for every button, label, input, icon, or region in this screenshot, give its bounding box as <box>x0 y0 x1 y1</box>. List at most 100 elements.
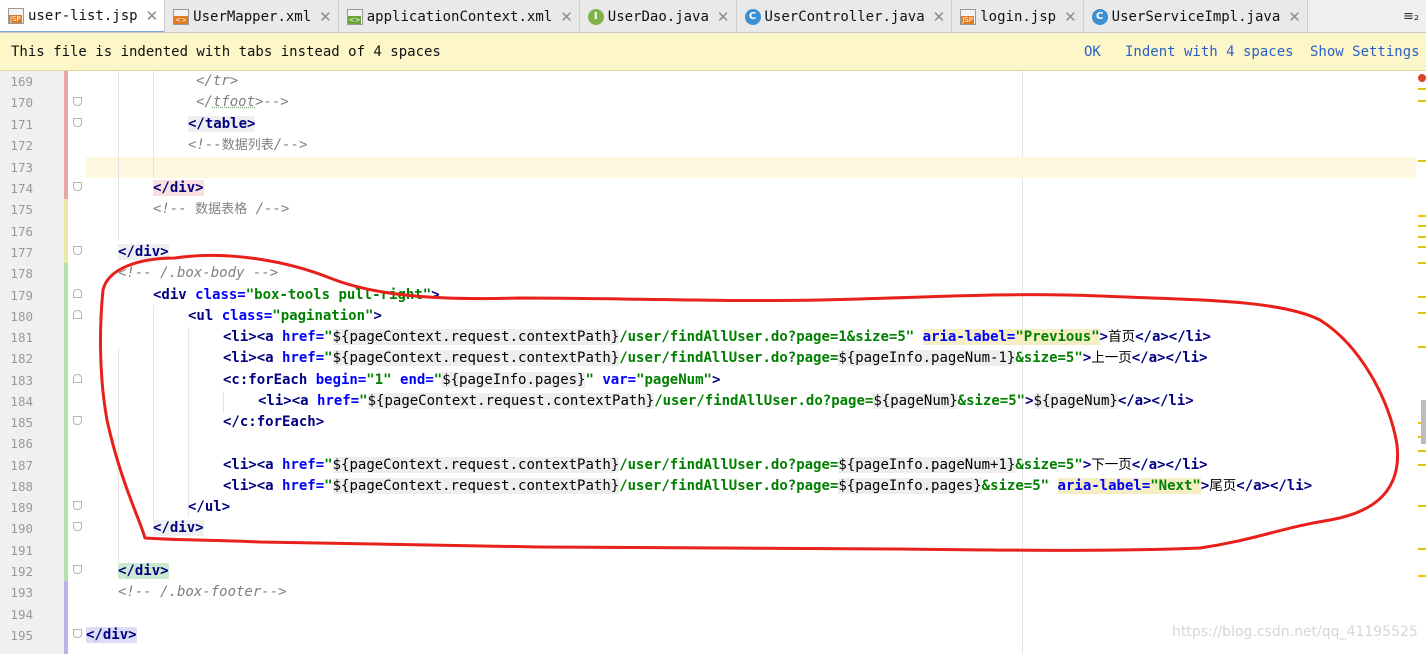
indent-guide <box>153 71 154 177</box>
line-number: 190 <box>10 521 33 536</box>
vcs-changed-marker <box>64 199 68 263</box>
fold-marker[interactable] <box>73 416 82 425</box>
fold-marker[interactable] <box>73 310 82 319</box>
tab-applicationcontext-xml[interactable]: applicationContext.xml ✕ <box>338 0 580 32</box>
indent-guide <box>223 391 224 413</box>
warning-mark[interactable] <box>1418 505 1426 507</box>
code-line-195: </div> <box>86 627 137 643</box>
close-icon[interactable]: ✕ <box>933 8 946 26</box>
code-line-180: <ul class="pagination"> <box>188 308 382 324</box>
close-icon[interactable]: ✕ <box>319 8 332 26</box>
indent-guide <box>118 71 119 241</box>
warning-mark[interactable] <box>1418 548 1426 550</box>
tab-label: UserServiceImpl.java <box>1111 8 1281 25</box>
warning-mark[interactable] <box>1418 450 1426 452</box>
close-icon[interactable]: ✕ <box>146 7 159 25</box>
tab-label: login.jsp <box>980 8 1057 25</box>
line-number: 182 <box>10 351 33 366</box>
error-stripe[interactable] <box>1416 71 1426 654</box>
fold-marker[interactable] <box>73 565 82 574</box>
code-line-177: </div> <box>118 244 169 260</box>
code-line-188: <li><a href="${pageContext.request.conte… <box>223 478 1313 494</box>
fold-marker[interactable] <box>73 246 82 255</box>
tab-overflow-button[interactable]: ≡₂ <box>1396 0 1426 32</box>
interface-icon: I <box>587 8 604 25</box>
indent-guide <box>153 305 154 539</box>
close-icon[interactable]: ✕ <box>560 8 573 26</box>
close-icon[interactable]: ✕ <box>1064 8 1077 26</box>
line-number: 172 <box>10 138 33 153</box>
fold-marker[interactable] <box>73 501 82 510</box>
fold-marker[interactable] <box>73 374 82 383</box>
tab-user-list-jsp[interactable]: user-list.jsp ✕ <box>0 0 166 32</box>
tab-usermapper-xml[interactable]: UserMapper.xml ✕ <box>165 0 339 32</box>
fold-marker[interactable] <box>73 118 82 127</box>
error-indicator-icon[interactable] <box>1418 74 1426 82</box>
close-icon[interactable]: ✕ <box>717 8 730 26</box>
warning-mark[interactable] <box>1418 225 1426 227</box>
fold-marker[interactable] <box>73 629 82 638</box>
tab-label: user-list.jsp <box>28 7 138 24</box>
fold-marker[interactable] <box>73 289 82 298</box>
tab-usercontroller-java[interactable]: C UserController.java ✕ <box>736 0 953 32</box>
editor-tab-bar: user-list.jsp ✕ UserMapper.xml ✕ applica… <box>0 0 1426 33</box>
line-number: 191 <box>10 543 33 558</box>
warning-mark[interactable] <box>1418 262 1426 264</box>
line-number: 177 <box>10 245 33 260</box>
ok-link[interactable]: OK <box>1084 44 1101 60</box>
code-editor[interactable]: </tr> </tfoot>--> </table> <!--数据列表/--> … <box>86 71 1416 654</box>
warning-mark[interactable] <box>1418 575 1426 577</box>
code-line-187: <li><a href="${pageContext.request.conte… <box>223 457 1208 473</box>
line-number: 186 <box>10 436 33 451</box>
code-line-181: <li><a href="${pageContext.request.conte… <box>223 329 1211 345</box>
tab-login-jsp[interactable]: login.jsp ✕ <box>952 0 1084 32</box>
indent-notification-banner: This file is indented with tabs instead … <box>0 33 1426 71</box>
close-icon[interactable]: ✕ <box>1288 8 1301 26</box>
line-number: 176 <box>10 224 33 239</box>
banner-message: This file is indented with tabs instead … <box>11 43 441 60</box>
warning-mark[interactable] <box>1418 346 1426 348</box>
warning-mark[interactable] <box>1418 246 1426 248</box>
line-number: 183 <box>10 373 33 388</box>
vcs-added-marker <box>64 263 68 581</box>
fold-marker[interactable] <box>73 97 82 106</box>
code-line-175: <!-- 数据表格 /--> <box>153 201 290 217</box>
fold-marker[interactable] <box>73 522 82 531</box>
jsp-file-icon <box>960 8 977 25</box>
warning-mark[interactable] <box>1418 296 1426 298</box>
warning-mark[interactable] <box>1418 215 1426 217</box>
line-number: 174 <box>10 181 33 196</box>
code-line-193: <!-- /.box-footer--> <box>118 584 287 600</box>
code-line-179: <div class="box-tools pull-right"> <box>153 287 440 303</box>
code-line-190: </div> <box>153 520 204 536</box>
line-number: 193 <box>10 585 33 600</box>
code-line-183: <c:forEach begin="1" end="${pageInfo.pag… <box>223 372 721 388</box>
line-number: 170 <box>10 95 33 110</box>
code-line-192: </div> <box>118 563 169 579</box>
warning-mark[interactable] <box>1418 160 1426 162</box>
warning-mark[interactable] <box>1418 236 1426 238</box>
warning-mark[interactable] <box>1418 100 1426 102</box>
class-icon: C <box>1091 8 1108 25</box>
tab-userdao-java[interactable]: I UserDao.java ✕ <box>579 0 737 32</box>
line-number: 175 <box>10 202 33 217</box>
tab-userserviceimpl-java[interactable]: C UserServiceImpl.java ✕ <box>1083 0 1308 32</box>
indent-with-spaces-link[interactable]: Indent with 4 spaces <box>1125 44 1294 60</box>
code-line-174: </div> <box>153 180 204 196</box>
jsp-file-icon <box>8 7 24 24</box>
tab-label: UserMapper.xml <box>193 8 312 25</box>
warning-mark[interactable] <box>1418 88 1426 90</box>
show-settings-link[interactable]: Show Settings <box>1310 44 1420 60</box>
fold-marker[interactable] <box>73 182 82 191</box>
current-line-highlight <box>86 157 1416 178</box>
line-number: 171 <box>10 117 33 132</box>
code-line-172: <!--数据列表/--> <box>188 137 308 153</box>
tab-label: UserDao.java <box>607 8 709 25</box>
scrollbar-thumb[interactable] <box>1421 400 1426 444</box>
line-number: 169 <box>10 74 33 89</box>
line-number: 194 <box>10 607 33 622</box>
indent-guide <box>118 348 119 562</box>
warning-mark[interactable] <box>1418 464 1426 466</box>
warning-mark[interactable] <box>1418 312 1426 314</box>
tab-label: UserController.java <box>764 8 925 25</box>
